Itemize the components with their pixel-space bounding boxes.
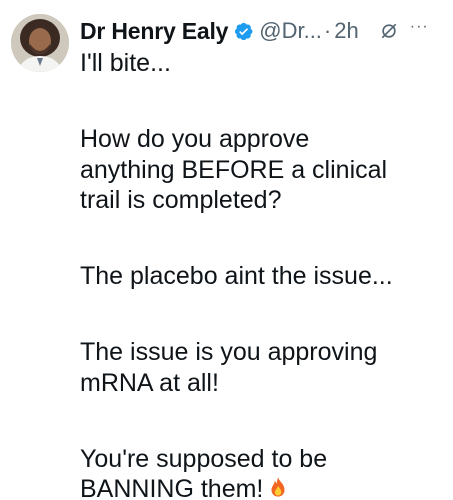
verified-badge-icon: [233, 21, 254, 42]
timestamp[interactable]: 2h: [334, 18, 358, 44]
tweet-line: trail is completed?: [80, 186, 282, 214]
tweet-line-last: BANNING them!: [80, 474, 450, 500]
tweet-line: The issue is you approving: [80, 338, 378, 366]
fire-emoji: [265, 475, 291, 500]
tweet-line: anything BEFORE a clinical: [80, 155, 388, 184]
tweet-line: You're supposed to be: [80, 444, 328, 473]
tweet-header: Dr Henry Ealy @Dr... · 2h ···: [80, 14, 450, 48]
tweet-line: I'll bite...: [80, 49, 171, 77]
tweet-line: How do you approve: [80, 125, 310, 153]
more-options-icon[interactable]: ···: [410, 18, 429, 36]
display-name[interactable]: Dr Henry Ealy: [80, 18, 228, 45]
user-handle[interactable]: @Dr...: [259, 18, 322, 44]
tweet-line: The placebo aint the issue...: [80, 262, 393, 290]
grok-icon[interactable]: [380, 22, 398, 40]
separator-dot: ·: [323, 18, 332, 43]
tweet-line: mRNA at all!: [80, 368, 219, 397]
tweet-line-text: BANNING them!: [80, 475, 264, 500]
avatar[interactable]: [11, 14, 69, 72]
tweet-text: I'll bite... How do you approve anything…: [80, 48, 450, 500]
tweet[interactable]: Dr Henry Ealy @Dr... · 2h ··· I'll bite.…: [0, 0, 453, 500]
